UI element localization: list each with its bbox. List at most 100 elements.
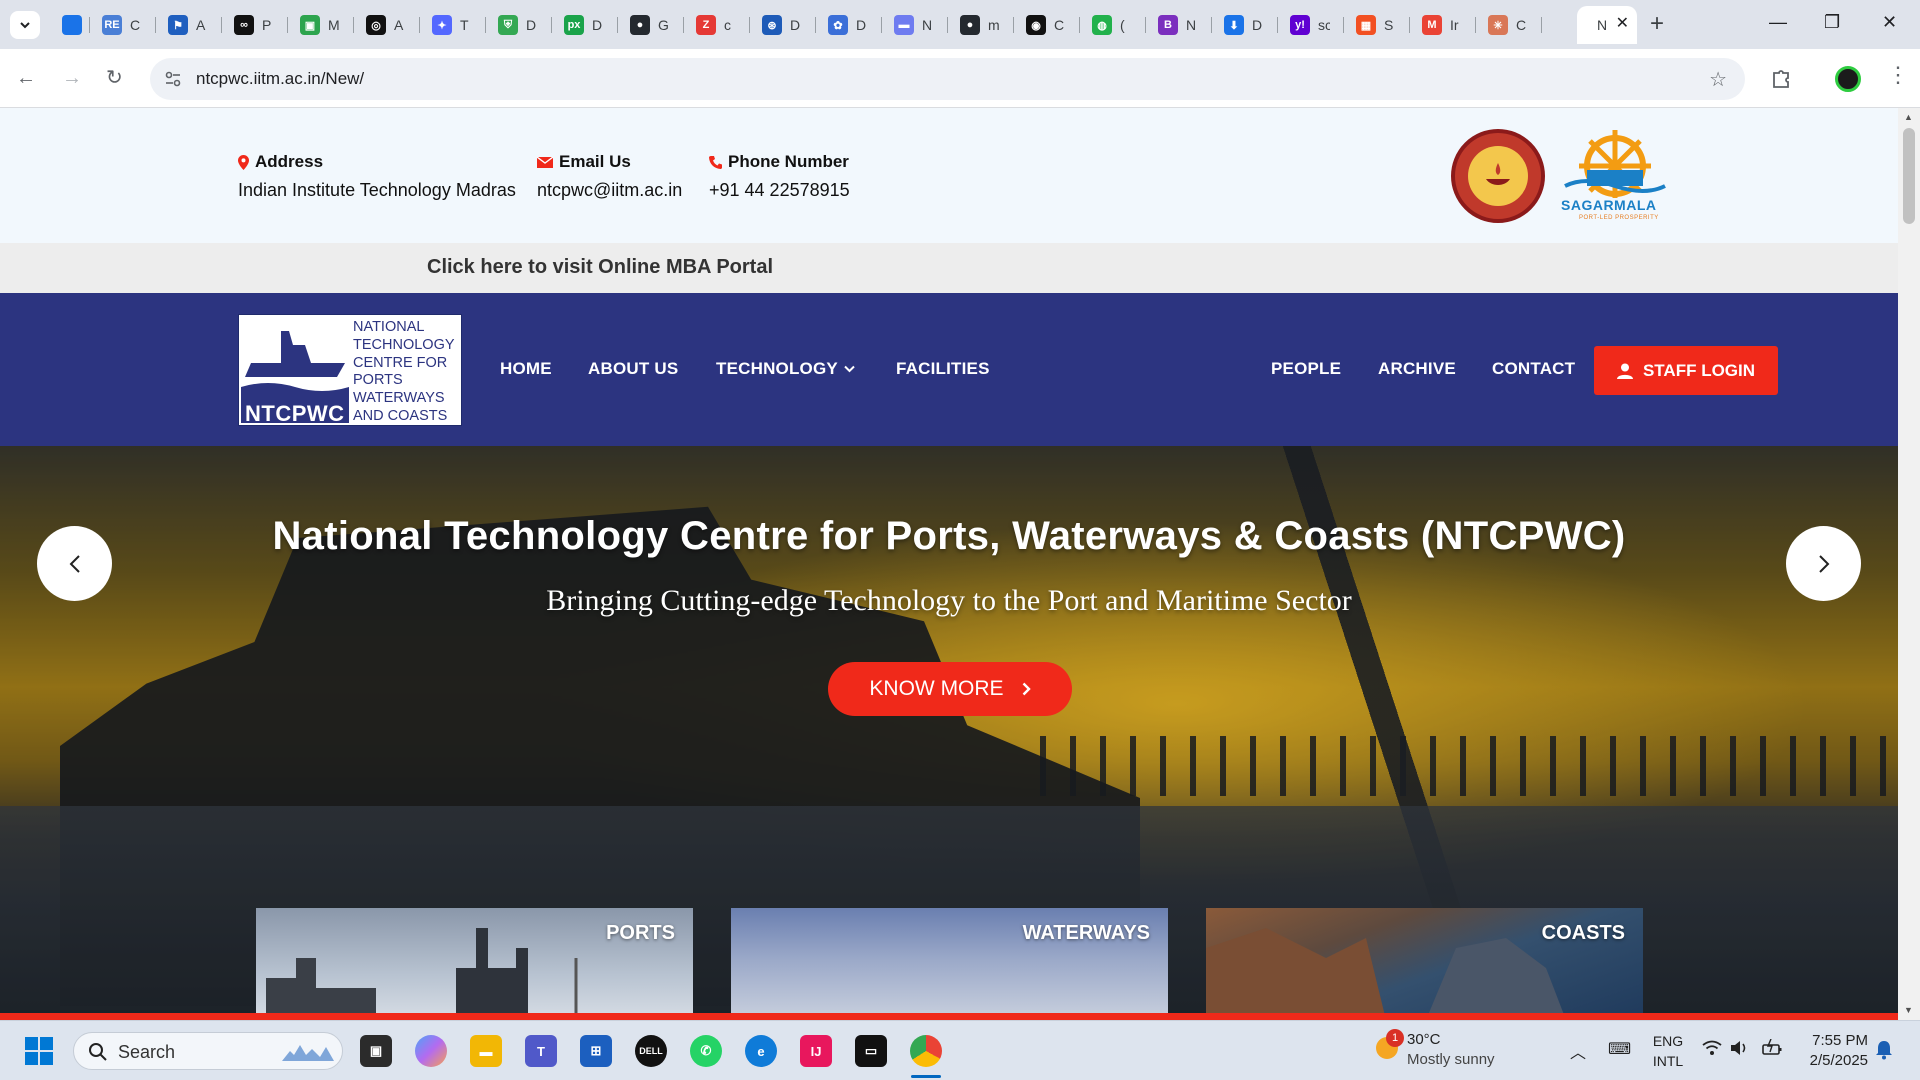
scroll-up-icon[interactable]: ▲ — [1904, 112, 1913, 122]
url-text[interactable]: ntcpwc.iitm.ac.in/New/ — [196, 69, 364, 89]
profile-avatar[interactable] — [1835, 66, 1861, 92]
sagarmala-wordmark: SAGARMALA — [1561, 197, 1657, 213]
nav-facilities[interactable]: FACILITIES — [896, 359, 990, 379]
active-tab[interactable]: N ✕ — [1577, 6, 1637, 44]
forward-icon[interactable]: → — [62, 67, 82, 89]
whatsapp-icon[interactable]: ✆ — [690, 1035, 722, 1067]
carousel-next-button[interactable] — [1786, 526, 1861, 601]
scroll-down-icon[interactable]: ▼ — [1904, 1005, 1913, 1015]
browser-tab[interactable]: px D — [552, 6, 618, 44]
phone-value[interactable]: +91 44 22578915 — [709, 180, 850, 201]
chrome-icon[interactable] — [910, 1035, 942, 1067]
teams-icon[interactable]: T — [525, 1035, 557, 1067]
system-clock[interactable]: 7:55 PM 2/5/2025 — [1804, 1031, 1868, 1071]
browser-tab[interactable]: ● G — [618, 6, 684, 44]
sagarmala-logo[interactable]: SAGARMALA PORT-LED PROSPERITY — [1555, 128, 1675, 228]
email-label: Email Us — [559, 152, 631, 171]
nav-home[interactable]: HOME — [500, 359, 552, 379]
volume-icon[interactable] — [1730, 1040, 1748, 1056]
browser-tab[interactable]: BN — [1146, 6, 1212, 44]
chevron-down-icon — [844, 365, 855, 373]
nav-people[interactable]: PEOPLE — [1271, 359, 1341, 379]
browser-tab[interactable]: ⛨ D — [486, 6, 552, 44]
tab-title: sc — [1318, 17, 1330, 33]
browser-tab[interactable]: ▣ M — [288, 6, 354, 44]
browser-menu-icon[interactable]: ⋮ — [1887, 64, 1909, 86]
ntcpwc-logo[interactable]: NTCPWC NATIONAL TECHNOLOGY CENTRE FOR PO… — [238, 314, 462, 426]
browser-tab[interactable]: y! sc — [1278, 6, 1344, 44]
keyboard-icon[interactable]: ⌨ — [1608, 1039, 1631, 1059]
ports-card[interactable]: PORTS — [256, 908, 693, 1020]
clock-date: 2/5/2025 — [1809, 1052, 1868, 1069]
iit-madras-seal-logo[interactable] — [1451, 129, 1545, 223]
language-indicator[interactable]: ENG INTL — [1648, 1031, 1688, 1071]
email-value[interactable]: ntcpwc@iitm.ac.in — [537, 180, 682, 201]
browser-tab[interactable]: ● m — [948, 6, 1014, 44]
nav-technology-label: TECHNOLOGY — [716, 359, 838, 378]
chevron-up-icon[interactable]: ︿ — [1570, 1039, 1586, 1063]
windows-start-icon[interactable] — [25, 1037, 53, 1065]
chevron-right-icon — [1022, 682, 1031, 696]
mba-portal-link[interactable]: Click here to visit Online MBA Portal — [427, 256, 773, 279]
minimize-icon[interactable]: — — [1769, 12, 1787, 32]
address-bar[interactable]: ntcpwc.iitm.ac.in/New/ ☆ — [150, 58, 1745, 100]
tab-favicon-icon: ● — [960, 15, 980, 35]
browser-tab[interactable]: ∞ P — [222, 6, 288, 44]
staff-login-button[interactable]: STAFF LOGIN — [1594, 346, 1778, 395]
bookmark-star-icon[interactable]: ☆ — [1709, 67, 1727, 92]
new-tab-button[interactable]: + — [1650, 12, 1664, 36]
pinned-tab[interactable] — [50, 6, 90, 44]
browser-tab[interactable]: RE C — [90, 6, 156, 44]
tab-favicon-icon: px — [564, 15, 584, 35]
tab-favicon-icon: ◍ — [1092, 15, 1112, 35]
browser-tab[interactable]: ▬ N — [882, 6, 948, 44]
browser-tab[interactable]: ✦ T — [420, 6, 486, 44]
scrollbar-thumb[interactable] — [1903, 128, 1915, 224]
know-more-button[interactable]: KNOW MORE — [828, 662, 1072, 716]
task-view-icon[interactable]: ▣ — [360, 1035, 392, 1067]
weather-widget[interactable]: 1 30°C Mostly sunny — [1372, 1029, 1495, 1068]
browser-tab[interactable]: ✳ C — [1476, 6, 1542, 44]
browser-tab[interactable]: ◎ A — [354, 6, 420, 44]
browser-tab[interactable]: Zc — [684, 6, 750, 44]
back-icon[interactable]: ← — [16, 67, 36, 89]
browser-tab[interactable]: ⊛ D — [750, 6, 816, 44]
dell-icon[interactable]: DELL — [635, 1035, 667, 1067]
browser-tab[interactable]: ⚑ A — [156, 6, 222, 44]
browser-tab[interactable]: ◍( — [1080, 6, 1146, 44]
file-explorer-icon[interactable]: ▬ — [470, 1035, 502, 1067]
browser-tab[interactable]: ⬇ D — [1212, 6, 1278, 44]
carousel-prev-button[interactable] — [37, 526, 112, 601]
nav-contact[interactable]: CONTACT — [1492, 359, 1575, 379]
coasts-card[interactable]: COASTS — [1206, 908, 1643, 1020]
terminal-icon[interactable]: ▭ — [855, 1035, 887, 1067]
nav-about-us[interactable]: ABOUT US — [588, 359, 678, 379]
store-icon[interactable]: ⊞ — [580, 1035, 612, 1067]
browser-tab[interactable]: M Ir — [1410, 6, 1476, 44]
tab-title: A — [196, 17, 206, 33]
battery-icon[interactable] — [1762, 1039, 1784, 1057]
waterways-card[interactable]: WATERWAYS — [731, 908, 1168, 1020]
page-scrollbar[interactable]: ▲ ▼ — [1898, 108, 1920, 1020]
chevron-left-icon — [69, 554, 80, 573]
tab-search-button[interactable] — [10, 11, 40, 39]
taskbar-search[interactable]: Search — [73, 1032, 343, 1070]
browser-tab[interactable]: ◉ C — [1014, 6, 1080, 44]
wifi-icon[interactable] — [1702, 1040, 1722, 1056]
close-tab-icon[interactable]: ✕ — [1616, 16, 1629, 32]
site-info-icon[interactable] — [164, 70, 182, 88]
nav-technology[interactable]: TECHNOLOGY — [716, 359, 855, 379]
restore-icon[interactable]: ❐ — [1824, 12, 1840, 32]
nav-archive[interactable]: ARCHIVE — [1378, 359, 1456, 379]
weather-temperature: 30°C — [1407, 1031, 1441, 1048]
close-window-icon[interactable]: ✕ — [1882, 12, 1897, 32]
copilot-icon[interactable] — [415, 1035, 447, 1067]
notification-bell-icon[interactable] — [1875, 1040, 1893, 1060]
edge-icon[interactable]: e — [745, 1035, 777, 1067]
browser-tab[interactable]: ▦ S — [1344, 6, 1410, 44]
active-tab-title: N — [1597, 17, 1608, 33]
extensions-icon[interactable] — [1770, 66, 1792, 88]
reload-icon[interactable]: ↻ — [106, 67, 123, 89]
jetbrains-icon[interactable]: IJ — [800, 1035, 832, 1067]
browser-tab[interactable]: ✿ D — [816, 6, 882, 44]
